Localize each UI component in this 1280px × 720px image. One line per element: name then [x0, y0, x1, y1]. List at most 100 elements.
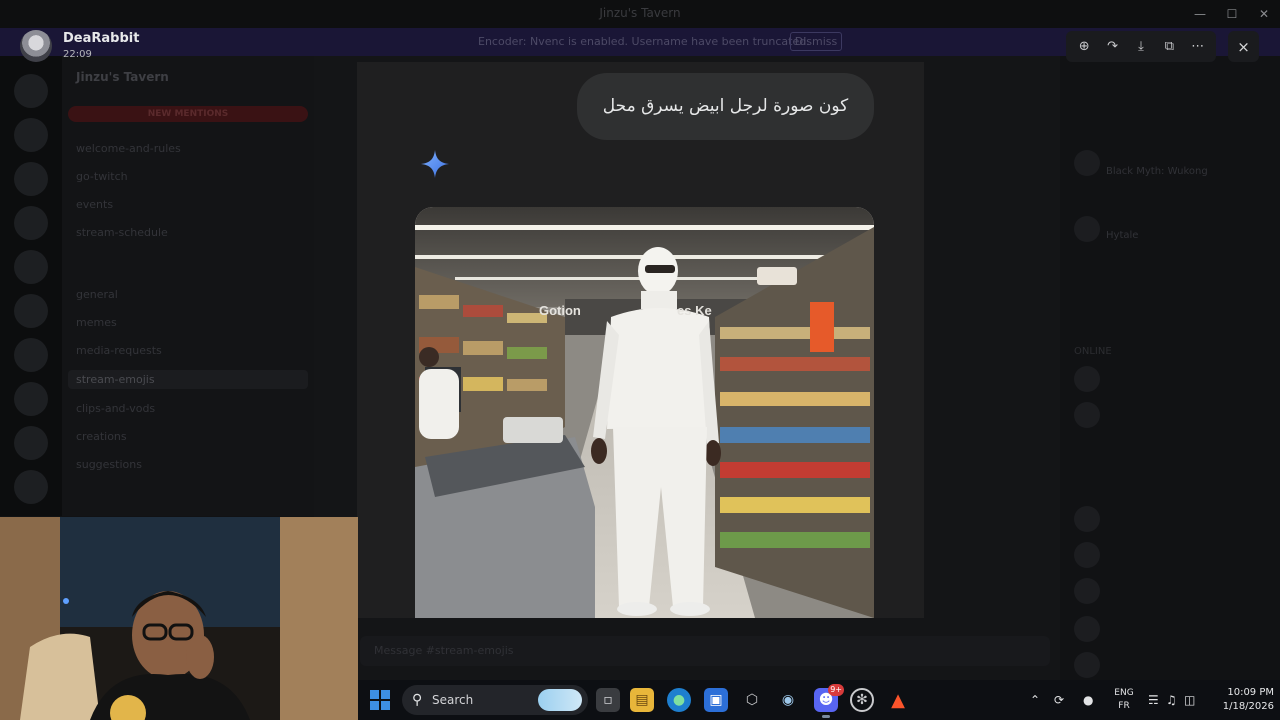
- language-secondary: FR: [1118, 701, 1130, 711]
- avatar[interactable]: [20, 30, 52, 62]
- member-activity: Hytale: [1106, 230, 1139, 241]
- image-attachment[interactable]: كون صورة لرجل ابيض يسرق محل Gotion es Ke: [357, 62, 924, 618]
- zoom-in-icon[interactable]: ⊕: [1073, 39, 1095, 54]
- start-button[interactable]: [370, 690, 390, 710]
- discord-icon[interactable]: ☻ 9+: [814, 684, 844, 718]
- taskbar: ⚲ Search ▫ ▤ ● ▣ ⬡ ◉ ☻ 9+ ✻ ▲ ⌃ ⟳ ● ENG …: [358, 680, 1280, 720]
- screen: Jinzu's Tavern — ☐ ✕ Encoder: Nvenc is e…: [0, 0, 1280, 720]
- clock-date: 1/18/2026: [1222, 701, 1274, 712]
- tray-chevron-icon[interactable]: ⌃: [1030, 680, 1040, 720]
- author-timestamp: 22:09: [63, 49, 92, 60]
- message-input[interactable]: Message #stream-emojis: [360, 636, 1050, 666]
- open-external-icon[interactable]: ⧉: [1158, 39, 1180, 54]
- server-icon[interactable]: [14, 250, 48, 284]
- message-placeholder: Message #stream-emojis: [374, 644, 514, 657]
- more-icon[interactable]: ⋯: [1187, 39, 1209, 54]
- minimize-icon[interactable]: —: [1184, 0, 1216, 28]
- search-label: Search: [432, 693, 474, 707]
- channel-item[interactable]: creations: [76, 430, 127, 443]
- windows-logo-icon: [381, 690, 390, 699]
- file-explorer-icon[interactable]: ▤: [630, 688, 654, 712]
- server-icon[interactable]: [14, 162, 48, 196]
- webcam-feed: [0, 517, 358, 720]
- channel-item[interactable]: suggestions: [76, 458, 142, 471]
- language-primary: ENG: [1114, 688, 1134, 698]
- discord-titlebar: Jinzu's Tavern — ☐ ✕: [0, 0, 1280, 28]
- channel-item[interactable]: welcome-and-rules: [76, 142, 181, 155]
- server-icon[interactable]: [14, 426, 48, 460]
- viewer-author: DeaRabbit 22:09: [20, 30, 220, 64]
- member-section-header: ONLINE: [1074, 346, 1112, 357]
- channel-item[interactable]: go-twitch: [76, 170, 128, 183]
- windows-logo-icon: [370, 690, 379, 699]
- channel-item[interactable]: clips-and-vods: [76, 402, 155, 415]
- generated-photo: Gotion es Ke: [415, 207, 874, 618]
- close-viewer-button[interactable]: ×: [1228, 31, 1259, 62]
- edge-browser-icon[interactable]: ●: [667, 688, 691, 712]
- obs-icon[interactable]: ✻: [850, 688, 874, 712]
- store-sign: Gotion: [539, 303, 581, 318]
- avatar[interactable]: [1074, 652, 1100, 678]
- server-icon[interactable]: [14, 338, 48, 372]
- gemini-prompt: كون صورة لرجل ابيض يسرق محل: [577, 73, 874, 140]
- channel-sidebar: Jinzu's Tavern NEW MENTIONS welcome-and-…: [62, 56, 314, 516]
- task-view-icon[interactable]: ▫: [596, 688, 620, 712]
- volume-icon[interactable]: ♫: [1166, 680, 1177, 720]
- windows-logo-icon: [381, 701, 390, 710]
- microphone-icon[interactable]: ●: [1083, 680, 1093, 720]
- dismiss-button[interactable]: Dismiss: [790, 32, 842, 51]
- window-title: Jinzu's Tavern: [599, 6, 681, 20]
- avatar[interactable]: [1074, 616, 1100, 642]
- channel-item[interactable]: stream-schedule: [76, 226, 168, 239]
- member-activity: Black Myth: Wukong: [1106, 166, 1208, 177]
- window-close-icon[interactable]: ✕: [1248, 0, 1280, 28]
- avatar[interactable]: [1074, 506, 1100, 532]
- viewer-toolbar: ⊕ ↷ ⤓ ⧉ ⋯: [1066, 31, 1216, 62]
- avatar[interactable]: [1074, 216, 1100, 242]
- store-scene: [415, 207, 874, 618]
- gemini-star-icon: [421, 150, 449, 178]
- avatar[interactable]: [1074, 542, 1100, 568]
- search-highlight-image: [538, 689, 582, 711]
- new-mentions-pill[interactable]: NEW MENTIONS: [68, 106, 308, 122]
- server-icon[interactable]: [14, 74, 48, 108]
- server-icon[interactable]: [14, 470, 48, 504]
- taskbar-search[interactable]: ⚲ Search: [402, 685, 588, 715]
- store-icon[interactable]: ▣: [704, 688, 728, 712]
- channel-item[interactable]: media-requests: [76, 344, 162, 357]
- forward-icon[interactable]: ↷: [1102, 39, 1124, 54]
- channel-item[interactable]: events: [76, 198, 113, 211]
- author-name[interactable]: DeaRabbit: [63, 31, 139, 46]
- maximize-icon[interactable]: ☐: [1216, 0, 1248, 28]
- input-language[interactable]: ENG FR: [1112, 687, 1136, 713]
- search-icon: ⚲: [412, 692, 423, 708]
- server-icon[interactable]: [14, 118, 48, 152]
- sync-icon[interactable]: ⟳: [1054, 680, 1064, 720]
- clock-time: 10:09 PM: [1227, 687, 1274, 698]
- avatar[interactable]: [1074, 366, 1100, 392]
- server-icon[interactable]: [14, 294, 48, 328]
- avatar[interactable]: [1074, 578, 1100, 604]
- server-list: [0, 56, 62, 516]
- wifi-icon[interactable]: ☴: [1148, 680, 1159, 720]
- server-icon[interactable]: [14, 206, 48, 240]
- channel-item[interactable]: memes: [76, 316, 117, 329]
- download-icon[interactable]: ⤓: [1130, 39, 1152, 54]
- avatar[interactable]: [1074, 402, 1100, 428]
- windows-logo-icon: [370, 701, 379, 710]
- system-clock[interactable]: 10:09 PM 1/18/2026: [1200, 686, 1274, 714]
- brave-browser-icon[interactable]: ▲: [886, 688, 910, 712]
- channel-item[interactable]: general: [76, 288, 118, 301]
- avatar[interactable]: [1074, 150, 1100, 176]
- steam-icon[interactable]: ◉: [776, 688, 800, 712]
- notice-text: Encoder: Nvenc is enabled. Username have…: [478, 35, 810, 48]
- unity-icon[interactable]: ⬡: [740, 688, 764, 712]
- window-controls: — ☐ ✕: [1184, 0, 1280, 28]
- server-name[interactable]: Jinzu's Tavern: [76, 70, 169, 84]
- member-list: Black Myth: Wukong Hytale ONLINE: [1060, 56, 1280, 696]
- channel-item-active[interactable]: stream-emojis: [68, 370, 308, 389]
- battery-icon[interactable]: ◫: [1184, 680, 1195, 720]
- store-sign: es Ke: [677, 303, 712, 318]
- webcam-scene: [0, 517, 358, 720]
- server-icon[interactable]: [14, 382, 48, 416]
